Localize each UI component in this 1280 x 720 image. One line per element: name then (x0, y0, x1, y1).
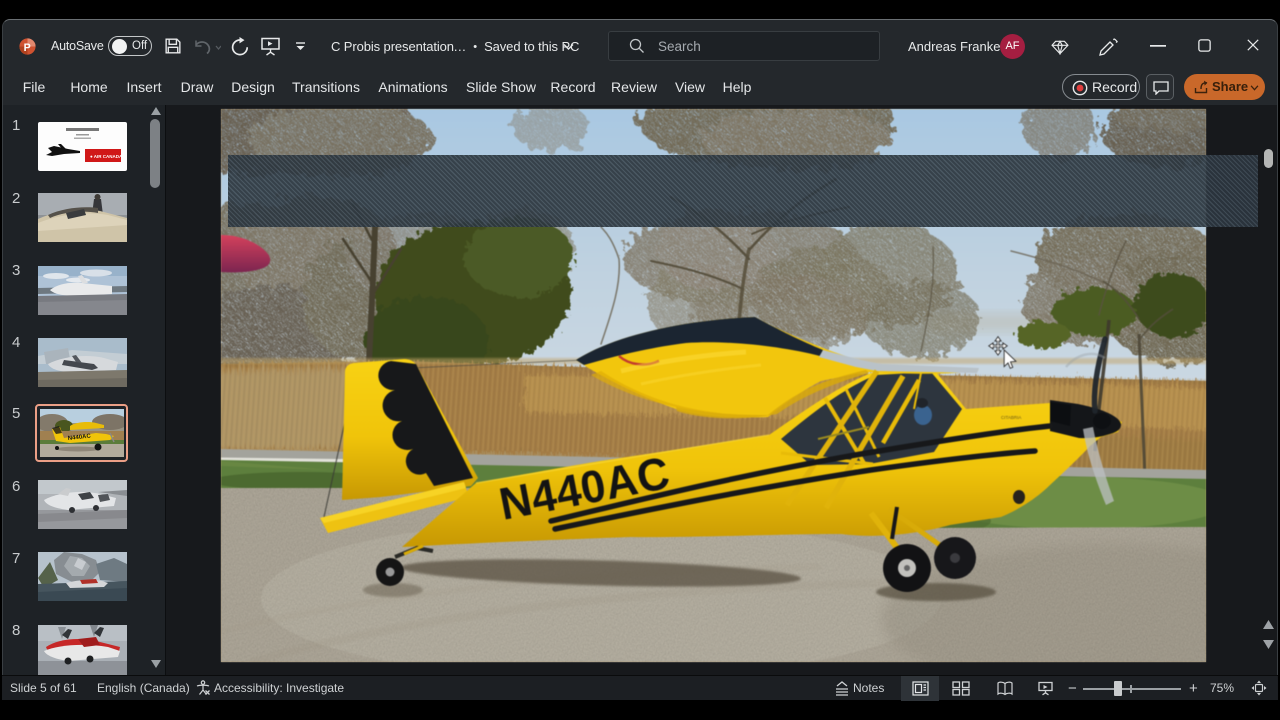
svg-text:● AIR CANADA: ● AIR CANADA (90, 154, 123, 159)
svg-text:CITABRIA: CITABRIA (1001, 415, 1021, 420)
